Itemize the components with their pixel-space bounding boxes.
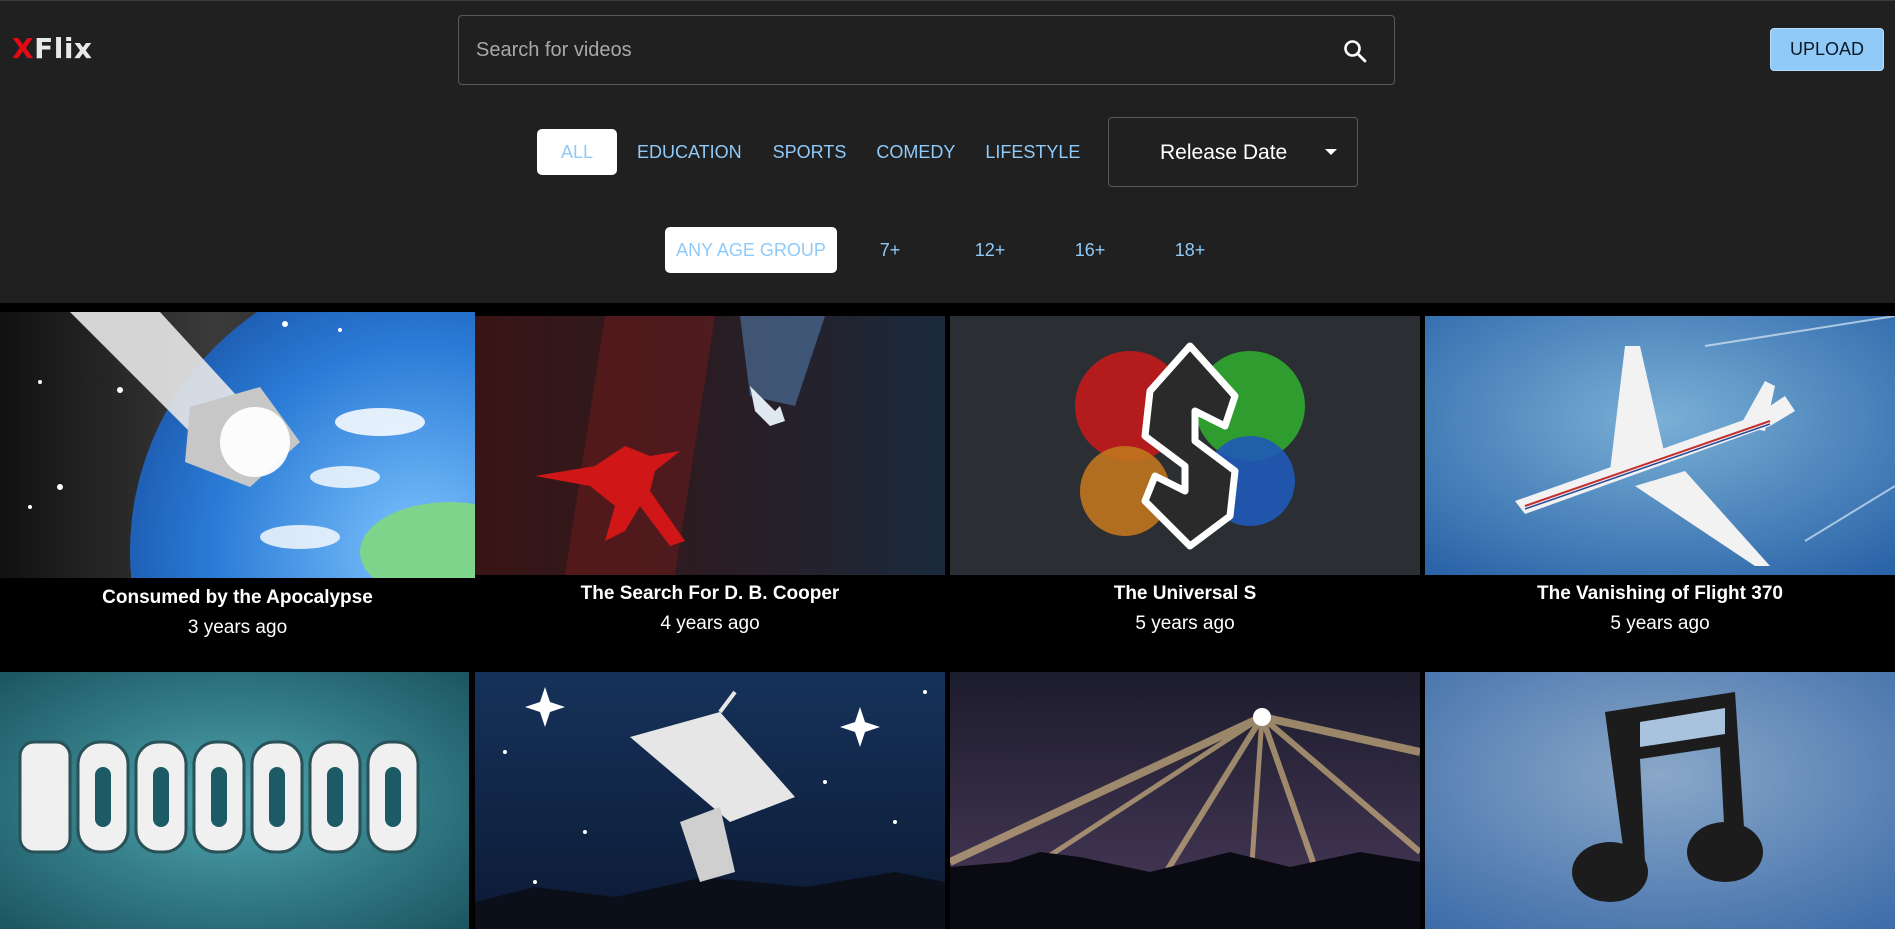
sort-selected-value: Release Date bbox=[1160, 141, 1288, 164]
genre-all-button[interactable]: ALL bbox=[537, 129, 617, 175]
video-title: Consumed by the Apocalypse bbox=[102, 587, 373, 608]
video-thumbnail bbox=[950, 672, 1420, 929]
video-release-date: 4 years ago bbox=[660, 613, 760, 634]
genre-education-button[interactable]: EDUCATION bbox=[637, 129, 742, 175]
age-group-filter: ANY AGE GROUP 7+ 12+ 16+ 18+ bbox=[0, 227, 1895, 273]
video-thumbnail bbox=[1425, 672, 1895, 929]
video-grid: Consumed by the Apocalypse 3 years ago T… bbox=[0, 303, 1895, 929]
video-card[interactable] bbox=[475, 672, 945, 929]
video-title: The Search For D. B. Cooper bbox=[580, 583, 840, 604]
age-18-button[interactable]: 18+ bbox=[1166, 227, 1214, 273]
video-title: The Universal S bbox=[1113, 583, 1257, 604]
chevron-down-icon bbox=[1325, 149, 1337, 155]
app-header: XFlix UPLOAD ALL EDUCATION SPORTS COMEDY… bbox=[0, 0, 1895, 303]
genre-comedy-button[interactable]: COMEDY bbox=[876, 129, 955, 175]
video-thumbnail bbox=[475, 672, 945, 929]
sort-select[interactable]: Release Date bbox=[1108, 117, 1358, 187]
genre-filter: ALL EDUCATION SPORTS COMEDY LIFESTYLE bbox=[537, 129, 1080, 175]
video-card[interactable]: The Search For D. B. Cooper 4 years ago bbox=[475, 316, 945, 656]
video-card[interactable]: The Universal S 5 years ago bbox=[950, 316, 1420, 656]
genre-sports-button[interactable]: SPORTS bbox=[773, 129, 847, 175]
video-card[interactable] bbox=[950, 672, 1420, 929]
genre-lifestyle-button[interactable]: LIFESTYLE bbox=[985, 129, 1080, 175]
video-thumbnail bbox=[950, 316, 1420, 575]
video-thumbnail bbox=[475, 316, 945, 575]
video-release-date: 5 years ago bbox=[1610, 613, 1710, 634]
video-title: The Vanishing of Flight 370 bbox=[1537, 583, 1783, 604]
search-icon[interactable] bbox=[1342, 38, 1368, 64]
search-input[interactable] bbox=[459, 16, 1319, 84]
video-thumbnail bbox=[0, 312, 475, 578]
video-release-date: 3 years ago bbox=[187, 617, 288, 638]
age-16-button[interactable]: 16+ bbox=[1066, 227, 1114, 273]
video-thumbnail bbox=[1425, 316, 1895, 575]
video-release-date: 5 years ago bbox=[1135, 613, 1235, 634]
upload-button[interactable]: UPLOAD bbox=[1770, 28, 1884, 71]
video-thumbnail bbox=[0, 672, 469, 929]
age-any-button[interactable]: ANY AGE GROUP bbox=[665, 227, 837, 273]
video-card[interactable] bbox=[1425, 672, 1895, 929]
age-12-button[interactable]: 12+ bbox=[966, 227, 1014, 273]
video-card[interactable]: The Vanishing of Flight 370 5 years ago bbox=[1425, 316, 1895, 656]
xflix-logo[interactable]: XFlix bbox=[12, 32, 92, 65]
logo-text: Flix bbox=[34, 32, 93, 65]
logo-x: X bbox=[12, 32, 35, 65]
video-card[interactable] bbox=[0, 672, 470, 929]
video-card[interactable]: Consumed by the Apocalypse 3 years ago bbox=[0, 312, 475, 652]
age-7-button[interactable]: 7+ bbox=[870, 227, 910, 273]
search-bar bbox=[458, 15, 1395, 85]
